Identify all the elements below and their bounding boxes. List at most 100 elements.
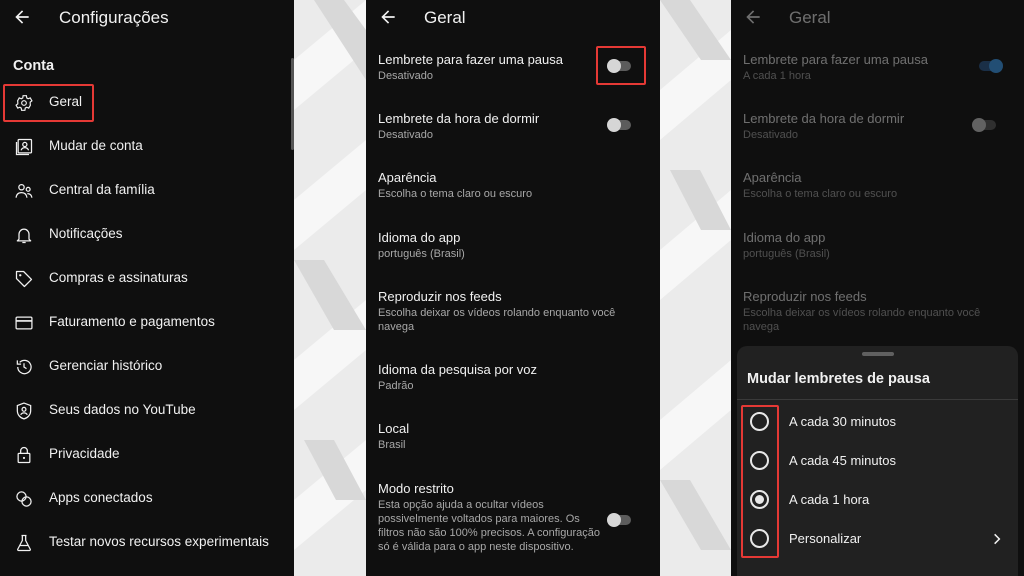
setting-subtitle: Escolha deixar os vídeos rolando enquant… (378, 307, 616, 333)
menu-item-notifications[interactable]: Notificações (0, 213, 294, 257)
option-label: A cada 1 hora (789, 492, 870, 507)
menu-item-connected-apps[interactable]: Apps conectados (0, 477, 294, 521)
setting-title: Idioma do app (743, 230, 826, 245)
bedtime-reminder-toggle[interactable] (607, 118, 633, 132)
break-reminder-toggle[interactable] (977, 59, 1003, 73)
setting-title: Modo restrito (378, 481, 454, 496)
option-45-minutes[interactable]: A cada 45 minutos (737, 442, 1018, 480)
lock-icon (17, 446, 31, 464)
sheet-title: Mudar lembretes de pausa (747, 371, 930, 387)
menu-item-label: Testar novos recursos experimentais (49, 534, 269, 549)
setting-subtitle: Brasil (378, 439, 406, 451)
top-bar: Geral (366, 0, 660, 36)
radio-button[interactable] (750, 412, 769, 431)
menu-item-general[interactable]: Geral (0, 81, 294, 125)
background-pattern-right (660, 0, 731, 576)
setting-voice-search-language[interactable]: Idioma da pesquisa por voz Padrão (378, 361, 648, 393)
setting-title: Idioma da pesquisa por voz (378, 362, 537, 377)
setting-break-reminder[interactable]: Lembrete para fazer uma pausa A cada 1 h… (743, 51, 1013, 83)
restricted-mode-toggle[interactable] (607, 513, 633, 527)
setting-subtitle: Esta opção ajuda a ocultar vídeos possiv… (378, 499, 600, 553)
settings-panel: Configurações Conta Geral Mudar de conta… (0, 0, 294, 576)
menu-item-experimental[interactable]: Testar novos recursos experimentais (0, 521, 294, 565)
setting-title: Aparência (743, 170, 802, 185)
menu-item-label: Notificações (49, 226, 123, 241)
radio-button[interactable] (750, 529, 769, 548)
menu-item-history[interactable]: Gerenciar histórico (0, 345, 294, 389)
section-header-account: Conta (13, 58, 55, 74)
menu-item-label: Central da família (49, 182, 155, 197)
menu-item-switch-account[interactable]: Mudar de conta (0, 125, 294, 169)
chevron-right-icon (994, 533, 1001, 545)
back-arrow-icon[interactable] (378, 7, 398, 27)
menu-item-label: Privacidade (49, 446, 120, 461)
menu-item-billing[interactable]: Faturamento e pagamentos (0, 301, 294, 345)
gear-icon (15, 95, 33, 111)
setting-title: Local (378, 421, 410, 436)
break-reminder-toggle[interactable] (607, 59, 633, 73)
menu-item-family-center[interactable]: Central da família (0, 169, 294, 213)
menu-item-label: Geral (49, 94, 83, 109)
menu-item-label: Compras e assinaturas (49, 270, 188, 285)
setting-location[interactable]: Local Brasil (378, 420, 648, 452)
credit-card-icon (15, 316, 33, 330)
option-label: A cada 45 minutos (789, 453, 896, 468)
menu-item-label: Mudar de conta (49, 138, 143, 153)
bell-icon (16, 228, 32, 244)
setting-appearance[interactable]: Aparência Escolha o tema claro ou escuro (378, 169, 648, 201)
scrollbar[interactable] (291, 58, 294, 150)
option-30-minutes[interactable]: A cada 30 minutos (737, 403, 1018, 441)
setting-subtitle: A cada 1 hora (743, 70, 811, 82)
setting-subtitle: Padrão (378, 380, 414, 392)
menu-item-your-data[interactable]: Seus dados no YouTube (0, 389, 294, 433)
setting-subtitle: Escolha o tema claro ou escuro (378, 188, 533, 200)
top-bar: Configurações (0, 0, 294, 36)
setting-app-language[interactable]: Idioma do app português (Brasil) (743, 229, 1013, 261)
setting-title: Idioma do app (378, 230, 461, 245)
setting-title: Reproduzir nos feeds (378, 289, 502, 304)
radio-button-selected[interactable] (750, 490, 769, 509)
menu-item-label: Faturamento e pagamentos (49, 314, 215, 329)
menu-item-privacy[interactable]: Privacidade (0, 433, 294, 477)
menu-item-purchases[interactable]: Compras e assinaturas (0, 257, 294, 301)
history-icon (16, 359, 32, 375)
setting-title: Reproduzir nos feeds (743, 289, 867, 304)
family-icon (15, 183, 33, 198)
setting-title: Aparência (378, 170, 437, 185)
menu-item-label: Gerenciar histórico (49, 358, 163, 373)
back-arrow-icon[interactable] (743, 7, 763, 27)
option-1-hour[interactable]: A cada 1 hora (737, 481, 1018, 519)
top-bar: Geral (731, 0, 1024, 36)
setting-subtitle: português (Brasil) (743, 248, 830, 260)
setting-subtitle: Escolha o tema claro ou escuro (743, 188, 898, 200)
bedtime-reminder-toggle[interactable] (972, 118, 998, 132)
page-title: Geral (424, 8, 466, 27)
setting-subtitle: português (Brasil) (378, 248, 465, 260)
setting-appearance[interactable]: Aparência Escolha o tema claro ou escuro (743, 169, 1013, 201)
option-label: Personalizar (789, 531, 862, 546)
bottom-sheet: Mudar lembretes de pausa A cada 30 minut… (737, 346, 1018, 576)
page-title: Geral (789, 8, 831, 27)
link-icon (16, 491, 32, 507)
break-reminder-dialog-panel: Geral Lembrete para fazer uma pausa A ca… (731, 0, 1024, 576)
tag-icon (15, 270, 33, 288)
option-label: A cada 30 minutos (789, 414, 896, 429)
setting-subtitle: Escolha deixar os vídeos rolando enquant… (743, 307, 981, 333)
background-pattern-left (294, 0, 366, 576)
drag-handle[interactable] (862, 352, 894, 356)
option-customize[interactable]: Personalizar (737, 520, 1018, 558)
general-panel: Geral Lembrete para fazer uma pausa Desa… (366, 0, 660, 576)
menu-item-label: Seus dados no YouTube (49, 402, 196, 417)
divider (737, 399, 1018, 400)
setting-title: Lembrete para fazer uma pausa (743, 52, 928, 67)
radio-button[interactable] (750, 451, 769, 470)
menu-item-label: Apps conectados (49, 490, 153, 505)
back-arrow-icon[interactable] (12, 7, 32, 27)
flask-icon (17, 534, 31, 552)
page-title: Configurações (59, 8, 169, 27)
shield-person-icon (16, 402, 32, 420)
setting-app-language[interactable]: Idioma do app português (Brasil) (378, 229, 648, 261)
setting-playback-in-feeds[interactable]: Reproduzir nos feeds Escolha deixar os v… (378, 288, 648, 334)
setting-playback-in-feeds[interactable]: Reproduzir nos feeds Escolha deixar os v… (743, 288, 1013, 334)
switch-account-icon (15, 138, 33, 156)
